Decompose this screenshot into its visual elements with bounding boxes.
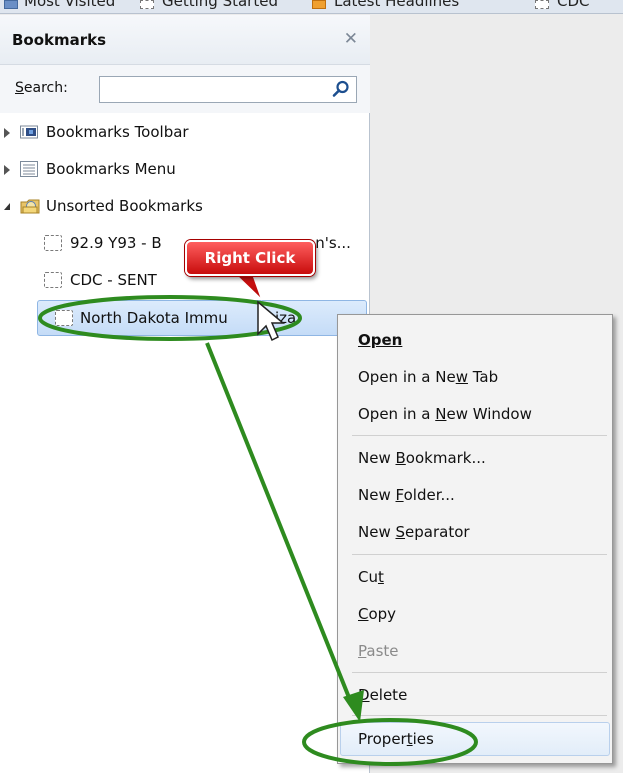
- right-click-callout: Right Click: [185, 240, 315, 276]
- toolbar-item-most-visited[interactable]: Most Visited: [24, 0, 115, 10]
- menu-item-new-folder[interactable]: New Folder...: [358, 486, 455, 504]
- menu-item-open-new-window[interactable]: Open in a New Window: [358, 405, 532, 423]
- bookmarks-toolbar-strip: Most Visited Getting Started Latest Head…: [0, 0, 623, 14]
- toolbar-item-cdc[interactable]: CDC: [557, 0, 590, 10]
- expand-arrow-icon[interactable]: [4, 165, 10, 175]
- menu-separator: [352, 672, 607, 673]
- bookmark-page-icon: [44, 235, 62, 251]
- bookmark-label: North Dakota Immu: [80, 309, 228, 327]
- menu-separator: [352, 435, 607, 436]
- unsorted-bookmarks-icon: [20, 199, 40, 214]
- bookmark-page-icon: [55, 310, 73, 326]
- menu-item-new-bookmark[interactable]: New Bookmark...: [358, 449, 486, 467]
- menu-separator: [352, 554, 607, 555]
- toolbar-item-getting-started[interactable]: Getting Started: [162, 0, 278, 10]
- menu-item-open-new-tab[interactable]: Open in a New Tab: [358, 368, 498, 386]
- tree-row-unsorted-bookmarks[interactable]: Unsorted Bookmarks: [0, 189, 370, 225]
- expand-arrow-icon[interactable]: [4, 128, 10, 138]
- tree-label: Unsorted Bookmarks: [46, 197, 203, 215]
- menu-item-open[interactable]: Open: [358, 331, 402, 349]
- toolbar-item-latest-headlines[interactable]: Latest Headlines: [334, 0, 459, 10]
- sidebar-header: Bookmarks ✕: [0, 15, 370, 65]
- collapse-arrow-icon[interactable]: [4, 203, 10, 210]
- bookmark-page-icon: [535, 0, 549, 9]
- bookmarks-menu-icon: [20, 161, 38, 177]
- menu-item-new-separator[interactable]: New Separator: [358, 523, 470, 541]
- bookmark-row-north-dakota[interactable]: North Dakota Immu iza: [37, 300, 367, 336]
- sidebar-title: Bookmarks: [12, 31, 107, 49]
- close-icon[interactable]: ✕: [344, 29, 358, 49]
- callout-label: Right Click: [204, 249, 296, 267]
- bookmark-page-icon: [44, 272, 62, 288]
- bookmarks-sidebar: Bookmarks ✕ Search: Bookmarks Toolbar Bo…: [0, 15, 370, 773]
- menu-item-paste: Paste: [358, 642, 399, 660]
- menu-item-properties[interactable]: Properties: [358, 730, 434, 748]
- search-label: Search:: [15, 80, 68, 96]
- tree-label: Bookmarks Toolbar: [46, 123, 189, 141]
- bookmark-label: 92.9 Y93 - B: [70, 234, 162, 252]
- rss-feed-icon: [312, 0, 326, 9]
- bookmark-label-end: iza: [275, 309, 297, 327]
- tree-label: Bookmarks Menu: [46, 160, 176, 178]
- bookmarks-toolbar-icon: [20, 125, 38, 139]
- bookmark-label: CDC - SENT: [70, 271, 157, 289]
- bookmark-page-icon: [140, 0, 154, 9]
- search-icon[interactable]: [332, 80, 350, 98]
- search-input[interactable]: [99, 76, 357, 103]
- menu-item-delete[interactable]: Delete: [358, 686, 407, 704]
- search-row: Search:: [0, 65, 370, 113]
- tree-row-bookmarks-toolbar[interactable]: Bookmarks Toolbar: [0, 115, 370, 151]
- menu-separator: [352, 715, 607, 716]
- tree-row-bookmarks-menu[interactable]: Bookmarks Menu: [0, 152, 370, 188]
- menu-item-copy[interactable]: Copy: [358, 605, 396, 623]
- menu-item-cut[interactable]: Cut: [358, 568, 384, 586]
- folder-icon: [4, 0, 18, 9]
- context-menu: Open Open in a New Tab Open in a New Win…: [337, 314, 613, 764]
